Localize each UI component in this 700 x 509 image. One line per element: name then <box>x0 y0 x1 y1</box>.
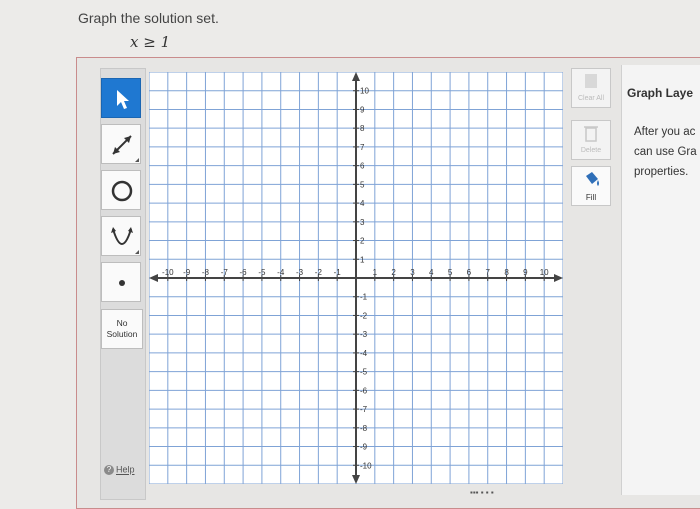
paint-bucket-icon <box>586 172 599 186</box>
no-solution-label-line2: Solution <box>106 329 138 339</box>
y-tick-label: -9 <box>360 443 368 452</box>
x-tick-label: 3 <box>410 268 415 277</box>
select-arrow-icon <box>117 90 129 109</box>
y-tick-label: 5 <box>360 180 365 189</box>
y-tick-label: 4 <box>360 199 365 208</box>
panel-text-line3: properties. <box>634 166 689 178</box>
help-link[interactable]: ? Help <box>104 464 135 475</box>
x-tick-label: -4 <box>277 268 285 277</box>
x-tick-label: 8 <box>504 268 509 277</box>
point-tool-button[interactable] <box>101 262 141 302</box>
x-tick-label: 6 <box>467 268 472 277</box>
y-tick-label: 10 <box>360 87 369 96</box>
x-tick-label: -6 <box>240 268 248 277</box>
help-icon: ? <box>104 464 114 475</box>
clear-all-label: Clear All <box>577 95 605 102</box>
x-axis-arrow-right <box>554 274 563 282</box>
y-tick-label: -5 <box>360 368 368 377</box>
y-tick-label: 9 <box>360 105 365 114</box>
y-tick-label: -6 <box>360 386 368 395</box>
x-tick-label: -7 <box>221 268 229 277</box>
y-tick-label: 7 <box>360 143 365 152</box>
x-tick-label: 4 <box>429 268 434 277</box>
inequality-expression: x ≥ 1 <box>130 33 171 51</box>
y-tick-label: 2 <box>360 237 365 246</box>
y-tick-label: -8 <box>360 424 368 433</box>
x-tick-label: -2 <box>315 268 323 277</box>
y-tick-label: 3 <box>360 218 365 227</box>
parabola-tool-button[interactable] <box>101 216 141 256</box>
y-tick-label: -2 <box>360 311 368 320</box>
x-tick-label: 1 <box>373 268 378 277</box>
y-axis-arrow-down <box>352 475 360 484</box>
y-tick-label: -1 <box>360 293 368 302</box>
clear-all-icon <box>585 74 597 88</box>
fill-label: Fill <box>585 193 597 202</box>
delete-button[interactable]: Delete <box>571 120 611 160</box>
graph-layer-title: Graph Laye <box>627 86 694 100</box>
parabola-tool-icon <box>111 227 139 254</box>
y-tick-label: -7 <box>360 405 368 414</box>
panel-text-line2: can use Gra <box>634 146 697 158</box>
help-label: Help <box>116 464 135 475</box>
y-tick-label: 8 <box>360 124 365 133</box>
fill-button[interactable]: Fill <box>571 166 611 206</box>
clear-all-button[interactable]: Clear All <box>571 68 611 108</box>
select-tool-button[interactable] <box>101 78 141 118</box>
x-tick-label: -9 <box>183 268 191 277</box>
x-tick-label: -8 <box>202 268 210 277</box>
x-axis-arrow-left <box>149 274 158 282</box>
graph-canvas[interactable]: -10 -9 -8 -7 -6 -5 -4 -3 -2 -1 1 2 3 4 5 6 7 8 9 10 10 9 8 7 6 5 4… <box>148 71 564 485</box>
x-tick-label: -1 <box>334 268 342 277</box>
x-tick-label: -10 <box>162 268 174 277</box>
line-tool-icon <box>112 135 139 162</box>
y-tick-label: -3 <box>360 330 368 339</box>
y-axis-arrow-up <box>352 72 360 81</box>
line-tool-button[interactable] <box>101 124 141 164</box>
point-tool-icon <box>119 280 125 286</box>
question-prompt: Graph the solution set. <box>78 10 219 26</box>
y-tick-label: -10 <box>360 461 372 470</box>
delete-label: Delete <box>580 147 602 154</box>
y-tick-label: -4 <box>360 349 368 358</box>
x-tick-label: -3 <box>296 268 304 277</box>
y-tick-label: 1 <box>360 255 365 264</box>
circle-tool-icon <box>111 180 133 202</box>
x-tick-label: 2 <box>391 268 396 277</box>
trash-icon <box>584 126 598 142</box>
y-tick-label: 6 <box>360 162 365 171</box>
x-tick-label: 9 <box>523 268 528 277</box>
x-tick-label: 5 <box>448 268 453 277</box>
no-solution-button[interactable]: No Solution <box>101 309 143 349</box>
circle-tool-button[interactable] <box>101 170 141 210</box>
x-tick-label: 10 <box>540 268 549 277</box>
coordinate-grid[interactable]: -10 -9 -8 -7 -6 -5 -4 -3 -2 -1 1 2 3 4 5 6 7 8 9 10 10 9 8 7 6 5 4… <box>148 71 564 485</box>
x-tick-label: -5 <box>258 268 266 277</box>
x-tick-label: 7 <box>486 268 491 277</box>
panel-text-line1: After you ac <box>634 126 696 138</box>
no-solution-label-line1: No <box>116 318 128 328</box>
